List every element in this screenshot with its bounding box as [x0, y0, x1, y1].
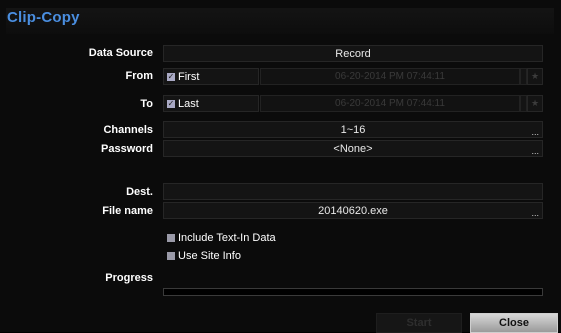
start-button[interactable]: Start: [376, 313, 462, 333]
checkbox-icon: [167, 252, 175, 260]
progress-label: Progress: [105, 272, 153, 284]
file-name-label: File name: [102, 205, 153, 217]
channels-more-button[interactable]: ...: [531, 128, 539, 137]
title-bar: [6, 8, 554, 34]
to-option-field[interactable]: ✓ Last: [163, 95, 259, 112]
channels-field[interactable]: 1~16 ...: [163, 121, 543, 138]
to-last-checkbox[interactable]: ✓ Last: [167, 98, 199, 110]
check-icon: ✓: [167, 99, 175, 108]
from-datetime-spinner[interactable]: [520, 68, 527, 85]
password-more-button[interactable]: ...: [531, 147, 539, 156]
dest-field[interactable]: [163, 183, 543, 200]
check-icon: ✓: [167, 72, 175, 81]
channels-value: 1~16: [340, 124, 366, 136]
from-option-label: First: [178, 71, 200, 83]
to-datetime-field[interactable]: 06-20-2014 PM 07:44:11: [260, 95, 520, 112]
checkbox-icon: [167, 234, 175, 242]
close-button[interactable]: Close: [470, 313, 558, 333]
calendar-icon[interactable]: ★: [527, 95, 543, 112]
from-label: From: [125, 70, 154, 82]
password-field[interactable]: <None> ...: [163, 140, 543, 157]
password-label: Password: [101, 143, 153, 155]
include-text-in-checkbox[interactable]: Include Text-In Data: [167, 232, 276, 244]
from-datetime-field[interactable]: 06-20-2014 PM 07:44:11: [260, 68, 520, 85]
to-datetime-spinner[interactable]: [520, 95, 527, 112]
file-name-more-button[interactable]: ...: [531, 209, 539, 218]
to-option-label: Last: [178, 98, 199, 110]
calendar-icon[interactable]: ★: [527, 68, 543, 85]
from-first-checkbox[interactable]: ✓ First: [167, 71, 199, 83]
include-text-in-label: Include Text-In Data: [178, 232, 276, 244]
data-source-value: Record: [335, 48, 371, 60]
file-name-field[interactable]: 20140620.exe ...: [163, 202, 543, 219]
dest-label: Dest.: [126, 186, 153, 198]
channels-label: Channels: [103, 124, 153, 136]
use-site-info-checkbox[interactable]: Use Site Info: [167, 250, 241, 262]
data-source-field[interactable]: Record: [163, 45, 543, 62]
clip-copy-dialog: Clip-Copy Data Source Record From ✓ Firs…: [0, 0, 561, 333]
password-value: <None>: [333, 143, 373, 155]
use-site-info-label: Use Site Info: [178, 250, 241, 262]
progress-bar: [163, 288, 543, 296]
from-option-field[interactable]: ✓ First: [163, 68, 259, 85]
file-name-value: 20140620.exe: [318, 205, 388, 217]
dialog-title: Clip-Copy: [7, 9, 80, 26]
data-source-label: Data Source: [88, 47, 153, 59]
to-label: To: [140, 98, 153, 110]
